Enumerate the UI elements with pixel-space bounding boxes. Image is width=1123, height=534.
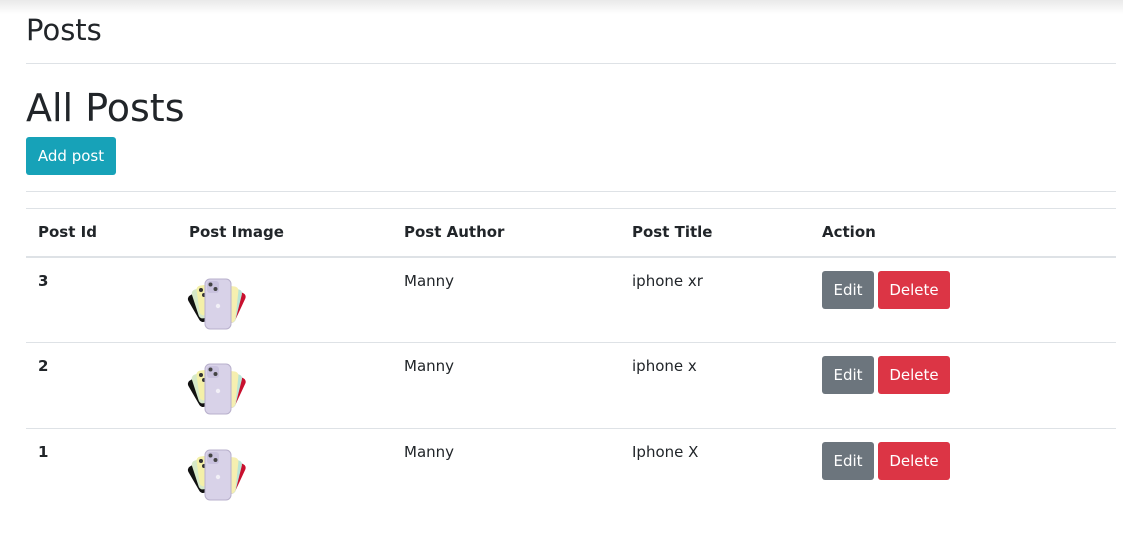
column-header-post-id: Post Id (26, 208, 177, 258)
iphone-thumbnail-icon (187, 278, 246, 329)
column-header-action: Action (810, 208, 1116, 258)
page-title: Posts (26, 13, 102, 47)
column-header-post-title: Post Title (620, 208, 810, 258)
edit-button[interactable]: Edit (822, 356, 874, 394)
post-id-cell: 3 (26, 256, 177, 343)
table-row: 2 Manny iphone x Edit Delete (26, 342, 1116, 429)
add-post-button[interactable]: Add post (26, 137, 116, 175)
table-header-row: Post Id Post Image Post Author Post Titl… (26, 208, 1116, 258)
post-id-cell: 1 (38, 443, 49, 461)
edit-button[interactable]: Edit (822, 442, 874, 480)
edit-button[interactable]: Edit (822, 270, 874, 309)
section-title: All Posts (26, 86, 185, 130)
table-row: 1 Manny Iphone X Edit Delete (26, 429, 1116, 515)
page-header: Posts (26, 0, 1116, 64)
delete-button[interactable]: Delete (878, 356, 950, 394)
column-header-post-author: Post Author (392, 208, 620, 258)
delete-button[interactable]: Delete (878, 442, 950, 480)
column-header-post-image: Post Image (177, 208, 392, 258)
post-author-cell: Manny (404, 443, 455, 461)
action-cell: Edit Delete (810, 429, 1116, 515)
post-title-cell: iphone x (620, 342, 810, 429)
post-title-cell: iphone xr (620, 256, 810, 343)
post-image-cell (177, 429, 392, 515)
delete-button[interactable]: Delete (878, 270, 950, 309)
iphone-thumbnail-icon (187, 449, 246, 501)
page-container: Posts All Posts Add post Post Id Post Im… (26, 0, 1116, 515)
post-image-cell (177, 256, 392, 343)
post-author-cell: Manny (392, 256, 620, 343)
posts-table: Post Id Post Image Post Author Post Titl… (26, 208, 1116, 515)
post-image-cell (177, 342, 392, 429)
table-row: 3 Manny iphone xr Edit Delete (26, 256, 1116, 343)
post-title-cell: Iphone X (632, 443, 699, 461)
action-cell: Edit Delete (810, 256, 1116, 343)
post-author-cell: Manny (392, 342, 620, 429)
action-cell: Edit Delete (810, 342, 1116, 429)
divider (26, 191, 1116, 192)
iphone-thumbnail-icon (187, 363, 246, 415)
post-id-cell: 2 (26, 342, 177, 429)
